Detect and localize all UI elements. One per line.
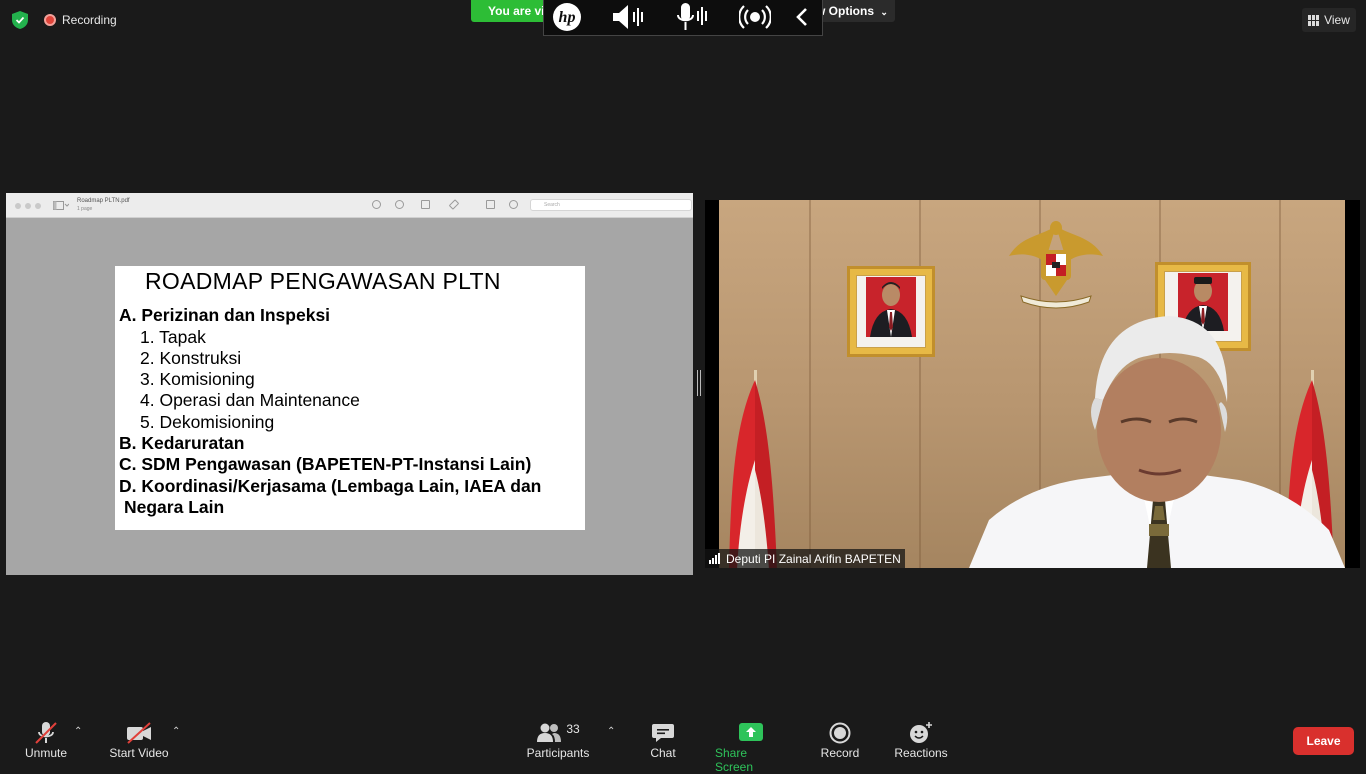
participant-name: Deputi PI Zainal Arifin BAPETEN: [726, 551, 901, 566]
unmute-label: Unmute: [24, 746, 68, 760]
view-options-label: w Options: [816, 4, 874, 18]
camera-off-icon: [125, 720, 153, 746]
view-button-label: View: [1324, 13, 1350, 27]
participants-icon: [537, 723, 562, 742]
document-line: C. SDM Pengawasan (BAPETEN-PT-Instansi L…: [119, 454, 532, 474]
zoom-out-icon[interactable]: [372, 200, 381, 209]
participants-label: Participants: [526, 746, 590, 760]
document-line: 2. Konstruksi: [140, 348, 242, 368]
document-line: 5. Dekomisioning: [140, 412, 275, 432]
audio-options-caret-icon[interactable]: ⌃: [74, 726, 82, 737]
security-shield-icon[interactable]: [12, 11, 28, 29]
participant-video-tile[interactable]: [705, 200, 1360, 568]
viewing-banner-label: You are vi: [488, 4, 545, 18]
split-view-divider[interactable]: [697, 370, 701, 396]
markup-pen-icon[interactable]: [448, 199, 460, 210]
portrait-frame-left: [847, 266, 935, 357]
rotate-icon[interactable]: [486, 200, 495, 209]
video-feed: [719, 200, 1345, 568]
chevron-down-icon: ⌄: [880, 7, 888, 17]
smiley-add-icon: [908, 720, 934, 746]
participants-button[interactable]: 33 Participants: [526, 720, 590, 760]
participants-options-caret-icon[interactable]: ⌃: [607, 726, 615, 737]
window-minimize-dot[interactable]: [25, 203, 31, 209]
pdf-search-field[interactable]: Search: [530, 199, 692, 211]
speaker-figure: [969, 316, 1345, 568]
chat-label: Chat: [650, 746, 676, 760]
hp-logo-text: hp: [559, 9, 576, 26]
speaker-volume-icon[interactable]: [610, 0, 648, 34]
share-screen-button[interactable]: Share Screen: [715, 720, 787, 774]
document-line: B. Kedaruratan: [119, 433, 245, 453]
pdf-viewer-toolbar: Roadmap PLTN.pdf 1 page Search: [6, 193, 693, 218]
recording-dot-icon: [44, 14, 56, 26]
recording-label: Recording: [62, 13, 117, 27]
record-icon: [829, 720, 851, 746]
participant-name-tag: Deputi PI Zainal Arifin BAPETEN: [705, 549, 905, 568]
chat-button[interactable]: Chat: [645, 720, 681, 760]
hp-logo: hp: [552, 0, 582, 34]
chevron-left-icon[interactable]: [792, 0, 812, 34]
broadcast-icon[interactable]: [738, 0, 772, 34]
record-button[interactable]: Record: [820, 720, 860, 760]
record-label: Record: [820, 746, 860, 760]
window-close-dot[interactable]: [15, 203, 21, 209]
pdf-filename: Roadmap PLTN.pdf: [77, 198, 130, 204]
document-line: 4. Operasi dan Maintenance: [140, 390, 360, 410]
pdf-search-placeholder: Search: [544, 202, 560, 208]
document-line: D. Koordinasi/Kerjasama (Lembaga Lain, I…: [119, 476, 542, 496]
share-screen-icon: [739, 720, 763, 746]
document-line: A. Perizinan dan Inspeksi: [119, 305, 331, 325]
unmute-button[interactable]: Unmute: [22, 720, 70, 760]
pdf-page: ROADMAP PENGAWASAN PLTN A. Perizinan dan…: [115, 266, 585, 530]
window-zoom-dot[interactable]: [35, 203, 41, 209]
pdf-page-count: 1 page: [77, 206, 93, 212]
grid-view-icon: [1308, 14, 1320, 26]
signal-strength-icon: [709, 553, 720, 564]
reactions-label: Reactions: [894, 746, 948, 760]
shared-screen[interactable]: Roadmap PLTN.pdf 1 page Search ROADMAP P…: [6, 193, 693, 575]
microphone-level-icon[interactable]: [674, 0, 710, 34]
start-video-button[interactable]: Start Video: [107, 720, 171, 760]
chat-icon: [651, 720, 675, 746]
zoom-in-icon[interactable]: [395, 200, 404, 209]
meeting-toolbar: Unmute ⌃ Start Video ⌃ 33 Participants ⌃: [0, 712, 1366, 774]
document-line: 3. Komisioning: [140, 369, 255, 389]
document-line: 1. Tapak: [140, 327, 206, 347]
flag-left: [727, 370, 781, 568]
participants-count: 33: [566, 722, 580, 736]
document-line: Negara Lain: [124, 497, 225, 517]
video-options-caret-icon[interactable]: ⌃: [172, 726, 180, 737]
document-title: ROADMAP PENGAWASAN PLTN: [145, 268, 501, 294]
leave-label: Leave: [1306, 734, 1341, 748]
microphone-muted-icon: [33, 720, 59, 746]
share-icon[interactable]: [421, 200, 430, 209]
annotate-icon[interactable]: [509, 200, 518, 209]
start-video-label: Start Video: [109, 746, 169, 760]
reactions-button[interactable]: Reactions: [893, 720, 949, 760]
share-screen-label: Share Screen: [715, 746, 754, 774]
hp-audio-osd: hp: [543, 0, 823, 36]
sidebar-toggle-icon[interactable]: [53, 201, 69, 210]
view-button[interactable]: View: [1302, 8, 1356, 32]
leave-button[interactable]: Leave: [1293, 727, 1354, 755]
recording-indicator[interactable]: Recording: [44, 13, 117, 27]
garuda-emblem: [1009, 221, 1103, 309]
